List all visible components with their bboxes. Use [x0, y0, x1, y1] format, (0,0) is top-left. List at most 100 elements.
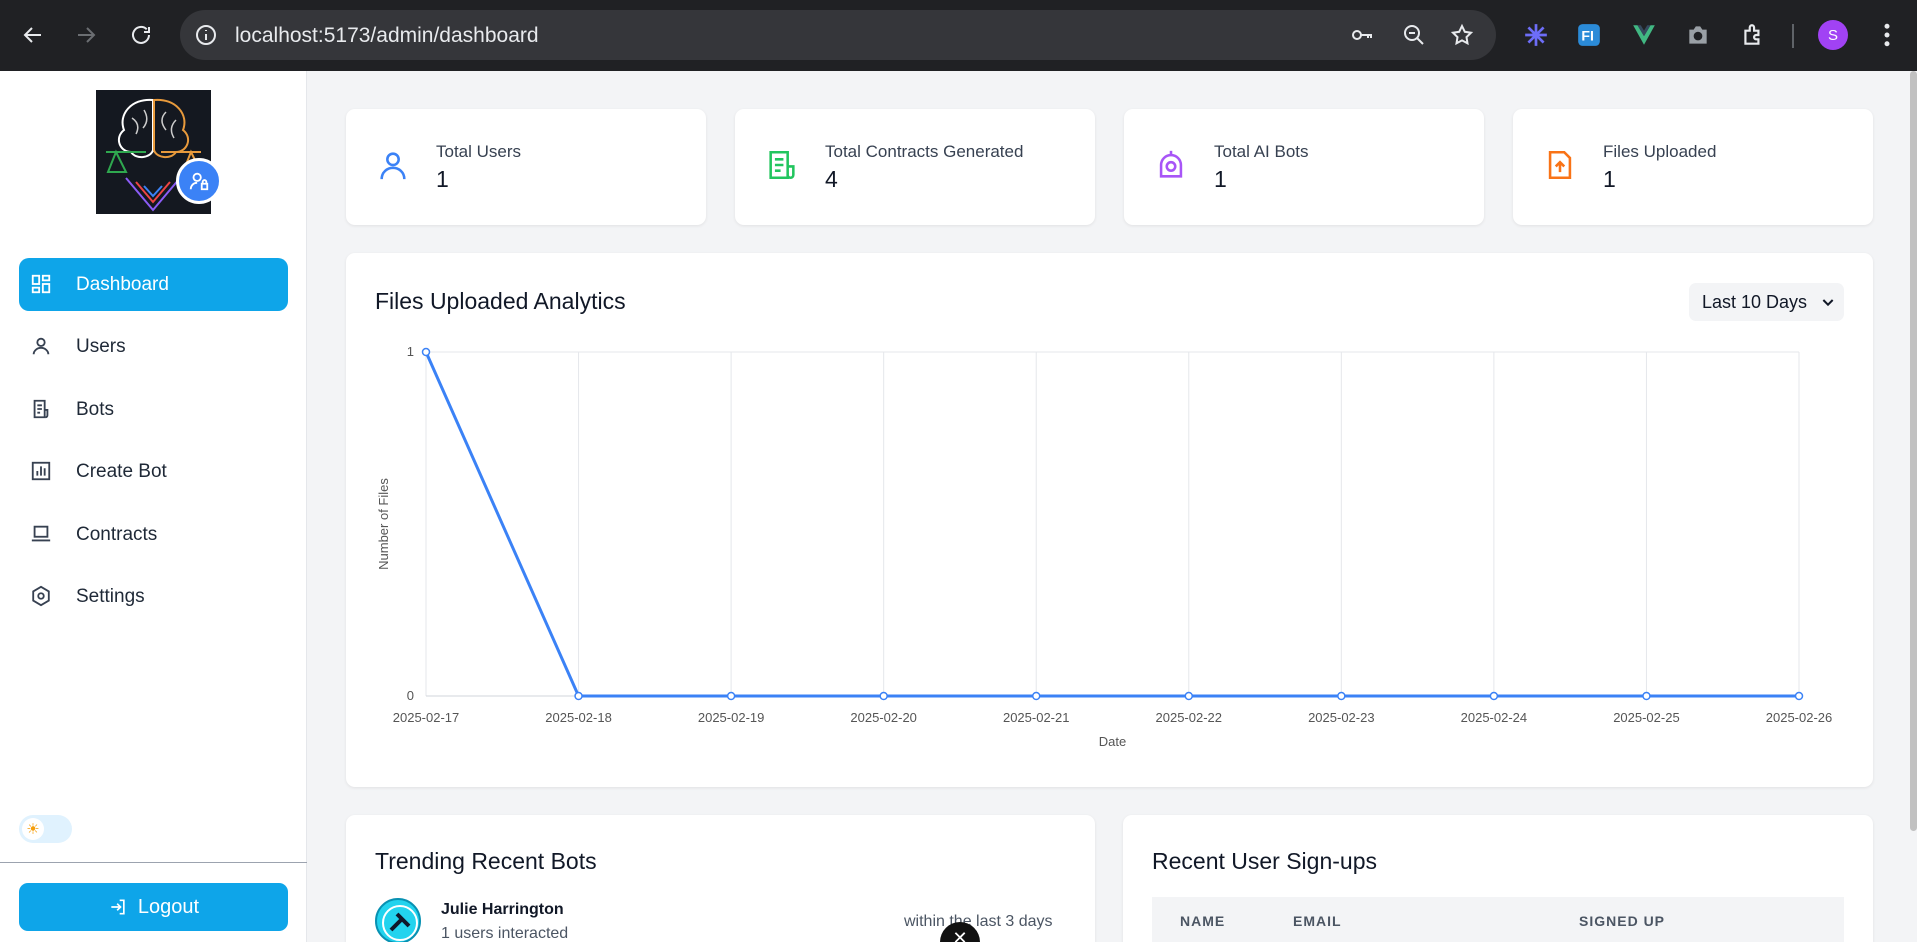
stat-label: Total Contracts Generated — [825, 142, 1024, 161]
bot-icon — [1154, 148, 1188, 182]
sidebar-divider — [0, 862, 307, 863]
stat-label: Total Users — [436, 142, 522, 161]
x-tick-label: 2025-02-17 — [393, 710, 460, 725]
bot-avatar — [375, 898, 421, 942]
sidebar: Dashboard Users Bots Create Bot Contract… — [0, 71, 307, 942]
sidebar-item-dashboard[interactable]: Dashboard — [19, 258, 288, 311]
trending-bots-card: Trending Recent Bots Julie Harrington 1 … — [346, 815, 1095, 942]
stat-value: 1 — [1603, 166, 1616, 192]
extension-fi-icon[interactable]: FI — [1574, 20, 1604, 50]
signups-table-header: NAME EMAIL SIGNED UP — [1152, 897, 1844, 942]
logout-button[interactable]: Logout — [19, 883, 288, 931]
column-header-signed-up: SIGNED UP — [1579, 913, 1666, 929]
x-tick-label: 2025-02-21 — [1003, 710, 1069, 725]
data-point — [1642, 691, 1651, 701]
theme-toggle[interactable]: ☀ — [19, 815, 72, 843]
data-point — [1337, 691, 1346, 701]
x-tick-label: 2025-02-25 — [1613, 710, 1680, 725]
y-axis-label: Number of Files — [376, 478, 391, 570]
stat-card-total-contracts: Total Contracts Generated 4 — [735, 109, 1095, 225]
stat-label: Files Uploaded — [1603, 142, 1717, 161]
extension-sparkle-icon[interactable] — [1521, 20, 1551, 50]
data-point — [1031, 691, 1041, 701]
user-icon — [376, 148, 410, 182]
x-tick-label: 2025-02-22 — [1156, 710, 1223, 725]
trending-title: Trending Recent Bots — [375, 848, 597, 874]
stat-card-total-users: Total Users 1 — [346, 109, 706, 225]
site-info-icon[interactable] — [194, 23, 218, 47]
stat-value: 1 — [1214, 166, 1227, 192]
sidebar-item-label: Settings — [76, 586, 145, 607]
x-tick-label: 2025-02-23 — [1308, 710, 1375, 725]
profile-avatar[interactable]: S — [1818, 20, 1848, 50]
column-header-name: NAME — [1180, 913, 1226, 929]
address-bar[interactable]: localhost:5173/admin/dashboard — [180, 10, 1496, 60]
svg-text:FI: FI — [1581, 27, 1594, 43]
data-point — [879, 691, 888, 701]
signups-title: Recent User Sign-ups — [1152, 848, 1377, 874]
stat-value: 1 — [436, 166, 449, 192]
y-tick-label: 0 — [407, 688, 414, 703]
extensions-puzzle-icon[interactable] — [1738, 20, 1768, 50]
zoom-icon[interactable] — [1402, 23, 1426, 47]
x-tick-label: 2025-02-18 — [545, 710, 612, 725]
sidebar-item-settings[interactable]: Settings — [19, 571, 288, 624]
files-line-chart: 0 1 2025-02-17 2025-02-18 2025-02-19 2025-02-… — [376, 344, 1833, 749]
extension-vue-icon[interactable] — [1629, 20, 1659, 50]
forward-icon[interactable] — [68, 17, 104, 53]
user-icon — [30, 335, 54, 359]
stat-value: 4 — [825, 166, 838, 192]
settings-icon — [30, 585, 54, 609]
sidebar-item-contracts[interactable]: Contracts — [19, 508, 288, 561]
recent-signups-card: Recent User Sign-ups NAME EMAIL SIGNED U… — [1123, 815, 1873, 942]
url-text[interactable]: localhost:5173/admin/dashboard — [235, 24, 539, 48]
x-axis-label: Date — [1099, 734, 1126, 749]
back-icon[interactable] — [15, 17, 51, 53]
sidebar-item-label: Users — [76, 336, 126, 357]
column-header-email: EMAIL — [1293, 913, 1342, 929]
bookmark-star-icon[interactable] — [1450, 23, 1474, 47]
data-point — [574, 691, 583, 701]
data-point — [726, 691, 736, 701]
data-point — [421, 347, 431, 357]
dashboard-icon — [30, 273, 54, 297]
logout-icon — [111, 899, 125, 915]
bot-interactions: 1 users interacted — [441, 925, 569, 942]
bot-name[interactable]: Julie Harrington — [441, 901, 564, 919]
reload-icon[interactable] — [123, 17, 159, 53]
bots-icon — [30, 398, 54, 422]
more-menu-icon[interactable] — [1872, 20, 1902, 50]
browser-toolbar: localhost:5173/admin/dashboard FI S — [0, 0, 1917, 71]
sidebar-item-label: Create Bot — [76, 461, 167, 482]
sidebar-item-label: Contracts — [76, 523, 158, 545]
extension-camera-icon[interactable] — [1683, 20, 1713, 50]
sidebar-item-users[interactable]: Users — [19, 321, 288, 374]
sidebar-item-create-bot[interactable]: Create Bot — [19, 446, 288, 499]
x-tick-label: 2025-02-24 — [1461, 710, 1528, 725]
chart-icon — [30, 460, 54, 484]
x-tick-label: 2025-02-20 — [850, 710, 917, 725]
sidebar-item-label: Bots — [76, 398, 115, 420]
x-tick-label: 2025-02-19 — [698, 710, 765, 725]
laptop-icon — [30, 523, 54, 547]
toolbar-divider — [1792, 24, 1794, 48]
password-key-icon[interactable] — [1350, 23, 1374, 47]
data-point — [1794, 691, 1804, 701]
sun-icon: ☀ — [22, 818, 44, 840]
document-icon — [765, 148, 799, 182]
y-tick-label: 1 — [407, 344, 414, 359]
bot-time: within the last 3 days — [904, 913, 1053, 930]
files-analytics-card: Files Uploaded Analytics Last 10 Days 01… — [346, 253, 1873, 787]
sidebar-item-label: Dashboard — [76, 273, 169, 295]
page-scrollbar[interactable] — [1910, 71, 1917, 831]
sidebar-item-bots[interactable]: Bots — [19, 383, 288, 436]
series-line — [424, 351, 1799, 698]
stat-label: Total AI Bots — [1214, 142, 1309, 161]
stat-card-files-uploaded: Files Uploaded 1 — [1513, 109, 1873, 225]
x-tick-label: 2025-02-26 — [1766, 710, 1833, 725]
logout-label: Logout — [137, 895, 200, 918]
data-point — [1489, 691, 1499, 701]
sidebar-nav: Dashboard Users Bots Create Bot Contract… — [19, 258, 288, 633]
data-point — [1184, 691, 1194, 701]
admin-user-badge-icon — [176, 158, 222, 204]
